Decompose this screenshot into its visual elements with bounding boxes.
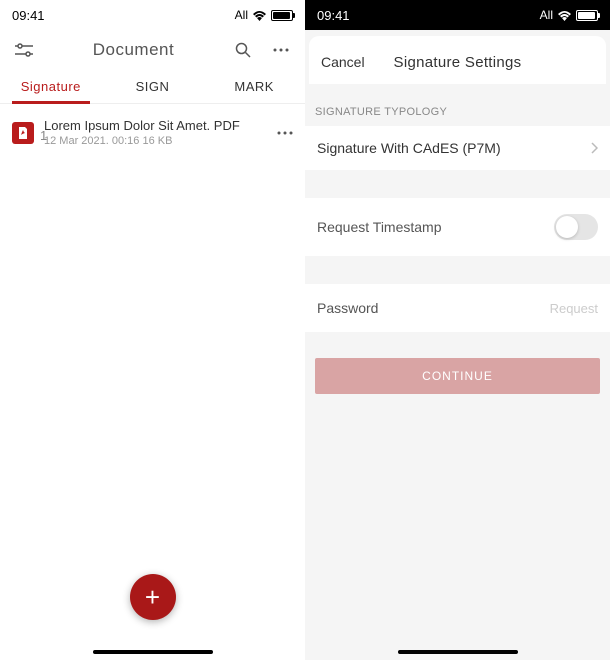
- file-list-item[interactable]: 1 Lorem Ipsum Dolor Sit Amet. PDF 12 Mar…: [0, 104, 305, 161]
- file-count: 1: [40, 128, 47, 143]
- file-name: Lorem Ipsum Dolor Sit Amet. PDF: [44, 118, 267, 133]
- password-row[interactable]: Password Request: [305, 284, 610, 332]
- chevron-right-icon: [591, 142, 598, 154]
- status-time: 09:41: [12, 8, 45, 23]
- password-label: Password: [317, 300, 378, 316]
- home-indicator[interactable]: [93, 650, 213, 654]
- continue-button[interactable]: CONTINUE: [315, 358, 600, 394]
- document-list-screen: 09:41 All Document Signature SIGN MARK: [0, 0, 305, 660]
- filter-settings-icon[interactable]: [12, 38, 36, 62]
- status-bar: 09:41 All: [0, 0, 305, 30]
- signature-settings-screen: 09:41 All Cancel Signature Settings SIGN…: [305, 0, 610, 660]
- section-label-typology: SIGNATURE TYPOLOGY: [305, 84, 610, 126]
- file-meta: 12 Mar 2021. 00:16 16 KB: [44, 135, 267, 147]
- status-time: 09:41: [317, 8, 350, 23]
- more-menu-icon[interactable]: [269, 38, 293, 62]
- request-timestamp-row: Request Timestamp: [305, 198, 610, 256]
- tab-sign[interactable]: SIGN: [102, 70, 204, 103]
- sheet-title: Signature Settings: [394, 54, 522, 71]
- file-info: Lorem Ipsum Dolor Sit Amet. PDF 12 Mar 2…: [44, 118, 267, 147]
- sheet-header: Cancel Signature Settings: [309, 40, 606, 84]
- signature-type-row[interactable]: Signature With CAdES (P7M): [305, 126, 610, 170]
- status-bar: 09:41 All: [305, 0, 610, 30]
- timestamp-toggle[interactable]: [554, 214, 598, 240]
- battery-icon: [271, 10, 293, 21]
- carrier-label: All: [235, 8, 248, 22]
- pdf-icon: [12, 122, 34, 144]
- cancel-button[interactable]: Cancel: [321, 54, 365, 70]
- tab-bar: Signature SIGN MARK: [0, 70, 305, 104]
- status-icons: All: [235, 8, 293, 22]
- settings-sheet: Cancel Signature Settings: [309, 36, 606, 84]
- tab-mark[interactable]: MARK: [203, 70, 305, 103]
- signature-type-value: Signature With CAdES (P7M): [317, 140, 501, 156]
- tab-signature[interactable]: Signature: [0, 70, 102, 103]
- add-document-button[interactable]: +: [130, 574, 176, 620]
- timestamp-label: Request Timestamp: [317, 219, 442, 235]
- carrier-label: All: [540, 8, 553, 22]
- file-more-icon[interactable]: [277, 131, 293, 135]
- status-icons: All: [540, 8, 598, 22]
- wifi-icon: [557, 10, 572, 21]
- password-placeholder: Request: [550, 301, 598, 316]
- search-icon[interactable]: [231, 38, 255, 62]
- home-indicator[interactable]: [398, 650, 518, 654]
- battery-icon: [576, 10, 598, 21]
- wifi-icon: [252, 10, 267, 21]
- app-header: Document: [0, 30, 305, 70]
- plus-icon: +: [145, 582, 160, 613]
- page-title: Document: [93, 40, 174, 60]
